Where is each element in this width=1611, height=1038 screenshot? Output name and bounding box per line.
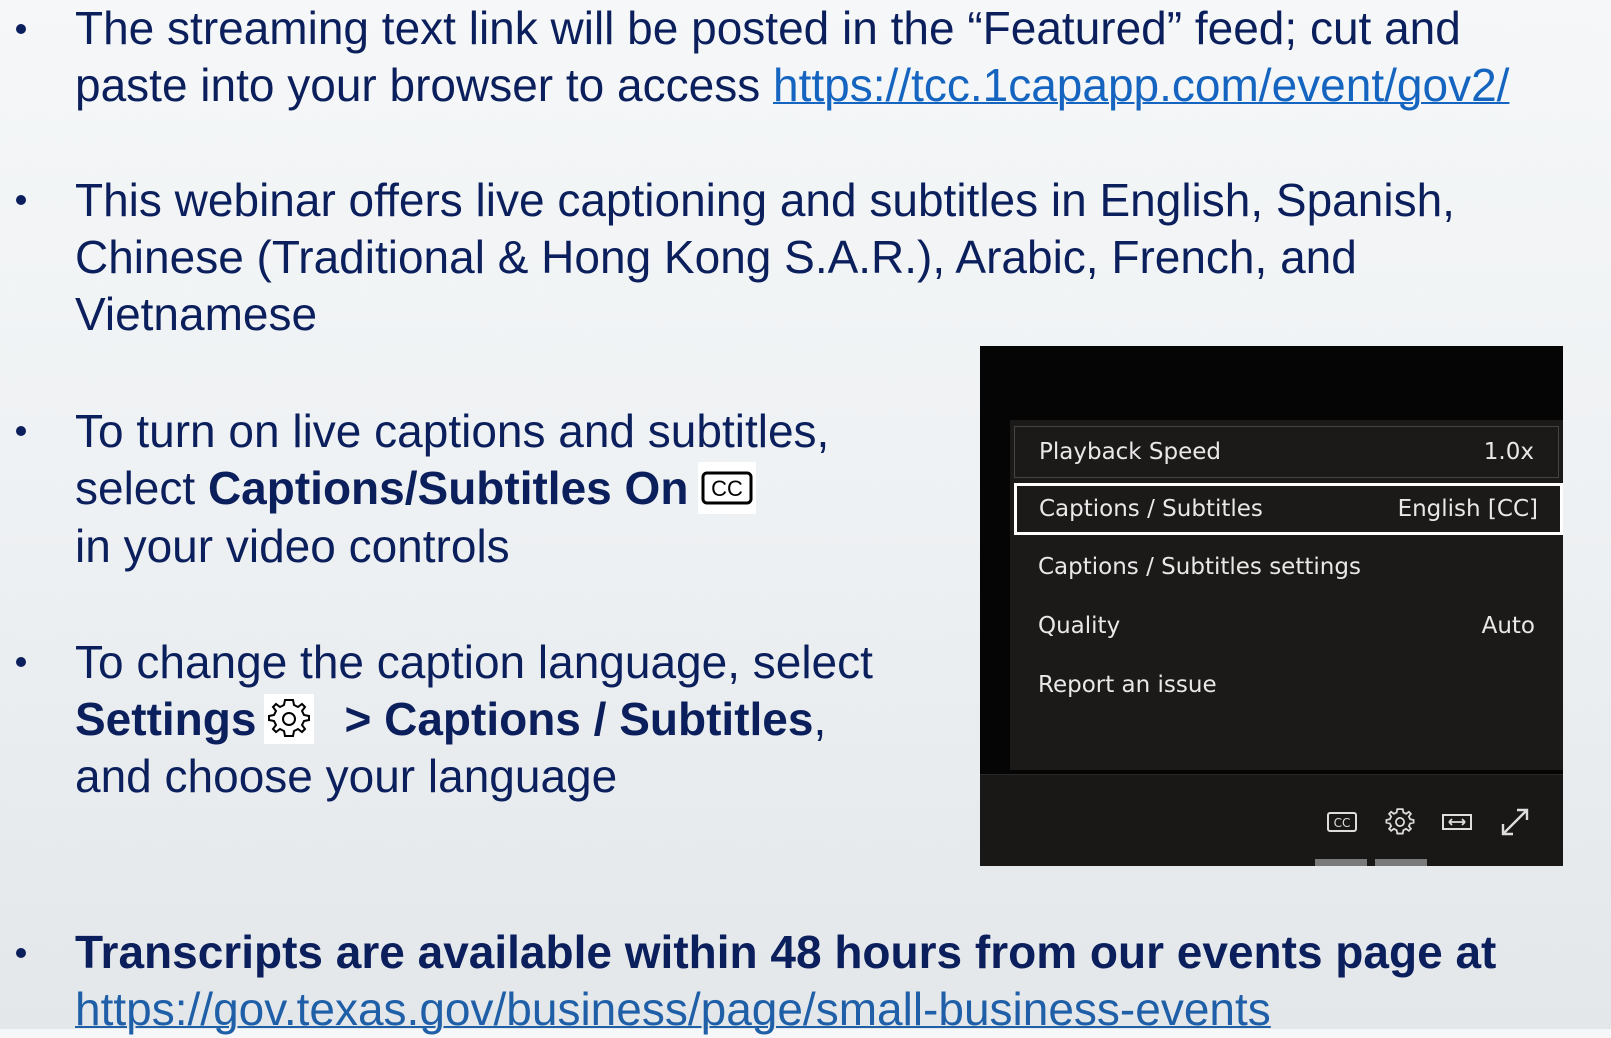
bullet-dot [16, 948, 26, 958]
menu-item-value: 1.0x [1483, 439, 1534, 465]
menu-item-report-issue[interactable]: Report an issue [1014, 660, 1559, 712]
menu-item-value: Auto [1481, 613, 1535, 639]
menu-item-captions-settings[interactable]: Captions / Subtitles settings [1014, 542, 1559, 594]
bullet-text: To change the caption language, select S… [75, 634, 873, 805]
menu-item-label: Playback Speed [1039, 439, 1222, 465]
bullet-text: This webinar offers live captioning and … [75, 172, 1455, 343]
captions-subtitles-path: > Captions / Subtitles [344, 693, 814, 745]
turn-on-line2-prefix: select [75, 462, 208, 514]
menu-item-label: Captions / Subtitles settings [1038, 554, 1361, 580]
bullet-text: Transcripts are available within 48 hour… [75, 924, 1496, 1038]
settings-label: Settings [75, 693, 257, 745]
change-lang-line1: To change the caption language, select [75, 636, 873, 688]
bullet-dot [16, 657, 26, 667]
settings-active-indicator [1375, 859, 1427, 866]
captioning-line2: Chinese (Traditional & Hong Kong S.A.R.)… [75, 231, 1357, 283]
player-controls-bar: CC [980, 774, 1563, 866]
transcripts-line1: Transcripts are available within 48 hour… [75, 926, 1497, 978]
bullet-dot [16, 24, 26, 34]
video-player-screenshot: Playback Speed 1.0x Captions / Subtitles… [980, 346, 1563, 866]
bullet-dot [16, 426, 26, 436]
captions-on-label: Captions/Subtitles On [207, 462, 689, 514]
cc-icon: CC [698, 461, 757, 514]
turn-on-line3: in your video controls [75, 519, 510, 572]
svg-text:CC: CC [1334, 816, 1351, 830]
menu-item-label: Quality [1038, 613, 1121, 639]
menu-item-label: Report an issue [1038, 672, 1217, 698]
menu-item-playback-speed[interactable]: Playback Speed 1.0x [1014, 426, 1559, 478]
menu-item-captions-subtitles[interactable]: Captions / Subtitles English [CC] [1014, 483, 1563, 535]
captioning-line1: This webinar offers live captioning and … [75, 174, 1455, 226]
bullet-text: To turn on live captions and subtitles, … [75, 403, 829, 575]
change-lang-line3: and choose your language [75, 750, 618, 802]
menu-item-quality[interactable]: Quality Auto [1014, 601, 1559, 653]
fullscreen-icon[interactable] [1498, 805, 1532, 839]
cc-active-indicator [1315, 859, 1367, 866]
stream-line2: paste into your browser to access [75, 59, 773, 111]
events-page-link[interactable]: https://gov.texas.gov/business/page/smal… [75, 983, 1271, 1035]
turn-on-line1: To turn on live captions and subtitles, [75, 405, 830, 457]
settings-menu: Playback Speed 1.0x Captions / Subtitles… [1010, 420, 1563, 770]
streaming-link[interactable]: https://tcc.1capapp.com/event/gov2/ [773, 59, 1509, 111]
menu-item-label: Captions / Subtitles [1039, 496, 1263, 522]
cc-icon[interactable]: CC [1325, 805, 1359, 839]
menu-item-value: English [CC] [1397, 496, 1538, 522]
svg-text:CC: CC [712, 476, 744, 501]
bullet-dot [16, 195, 26, 205]
bullet-text: The streaming text link will be posted i… [75, 0, 1509, 114]
gear-icon [264, 693, 315, 744]
theater-mode-icon[interactable] [1440, 805, 1474, 839]
captioning-line3: Vietnamese [75, 288, 318, 340]
stream-line1: The streaming text link will be posted i… [75, 2, 1461, 54]
gear-icon[interactable] [1383, 805, 1417, 839]
change-lang-comma: , [813, 693, 827, 745]
